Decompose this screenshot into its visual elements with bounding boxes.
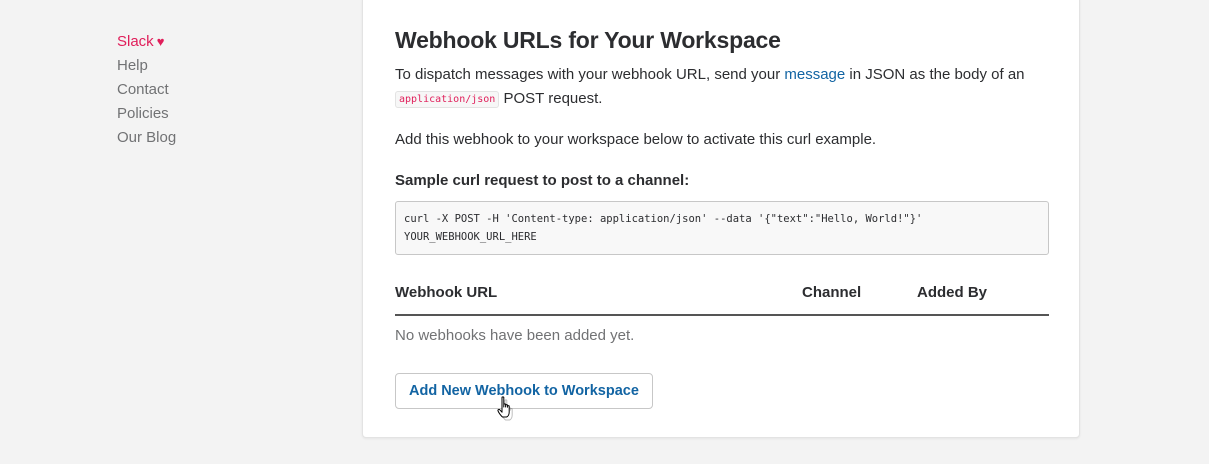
sidebar-link-slack-label: Slack [117, 33, 154, 50]
page-title: Webhook URLs for Your Workspace [395, 27, 781, 53]
column-header-webhook-url: Webhook URL [395, 284, 498, 301]
sidebar-link-slack[interactable]: Slack ♥ [117, 30, 176, 54]
intro-text-middle: in JSON as the body of an [845, 66, 1025, 83]
intro-text-end: POST request. [499, 90, 603, 107]
webhooks-card: Webhook URLs for Your Workspace To dispa… [362, 0, 1080, 438]
sidebar-link-help[interactable]: Help [117, 54, 176, 78]
heart-icon: ♥ [156, 34, 165, 49]
webhooks-table: Webhook URL Channel Added By No webhooks… [395, 282, 1049, 347]
sample-curl-label: Sample curl request to post to a channel… [395, 172, 690, 189]
curl-code-block: curl -X POST -H 'Content-type: applicati… [395, 201, 1049, 255]
curl-line-2: YOUR_WEBHOOK_URL_HERE [404, 231, 537, 243]
column-header-channel: Channel [802, 284, 862, 301]
table-header: Webhook URL Channel Added By [395, 282, 1049, 316]
content-type-code: application/json [395, 91, 500, 108]
footer-sidebar: Slack ♥ Help Contact Policies Our Blog [117, 30, 176, 150]
sidebar-link-policies[interactable]: Policies [117, 102, 176, 126]
sidebar-link-our-blog[interactable]: Our Blog [117, 126, 176, 150]
message-link[interactable]: message [784, 66, 845, 83]
curl-line-1: curl -X POST -H 'Content-type: applicati… [404, 213, 923, 225]
intro-text-start: To dispatch messages with your webhook U… [395, 66, 785, 83]
sidebar-link-contact[interactable]: Contact [117, 78, 176, 102]
column-header-added-by: Added By [917, 284, 988, 301]
webhooks-content: Webhook URLs for Your Workspace To dispa… [395, 25, 1049, 409]
empty-table-message: No webhooks have been added yet. [395, 327, 635, 344]
add-webhook-button[interactable]: Add New Webhook to Workspace [395, 373, 653, 409]
hand-pointer-icon [497, 396, 513, 421]
intro-text: To dispatch messages with your webhook U… [395, 63, 1049, 112]
activate-text: Add this webhook to your workspace below… [395, 131, 877, 148]
